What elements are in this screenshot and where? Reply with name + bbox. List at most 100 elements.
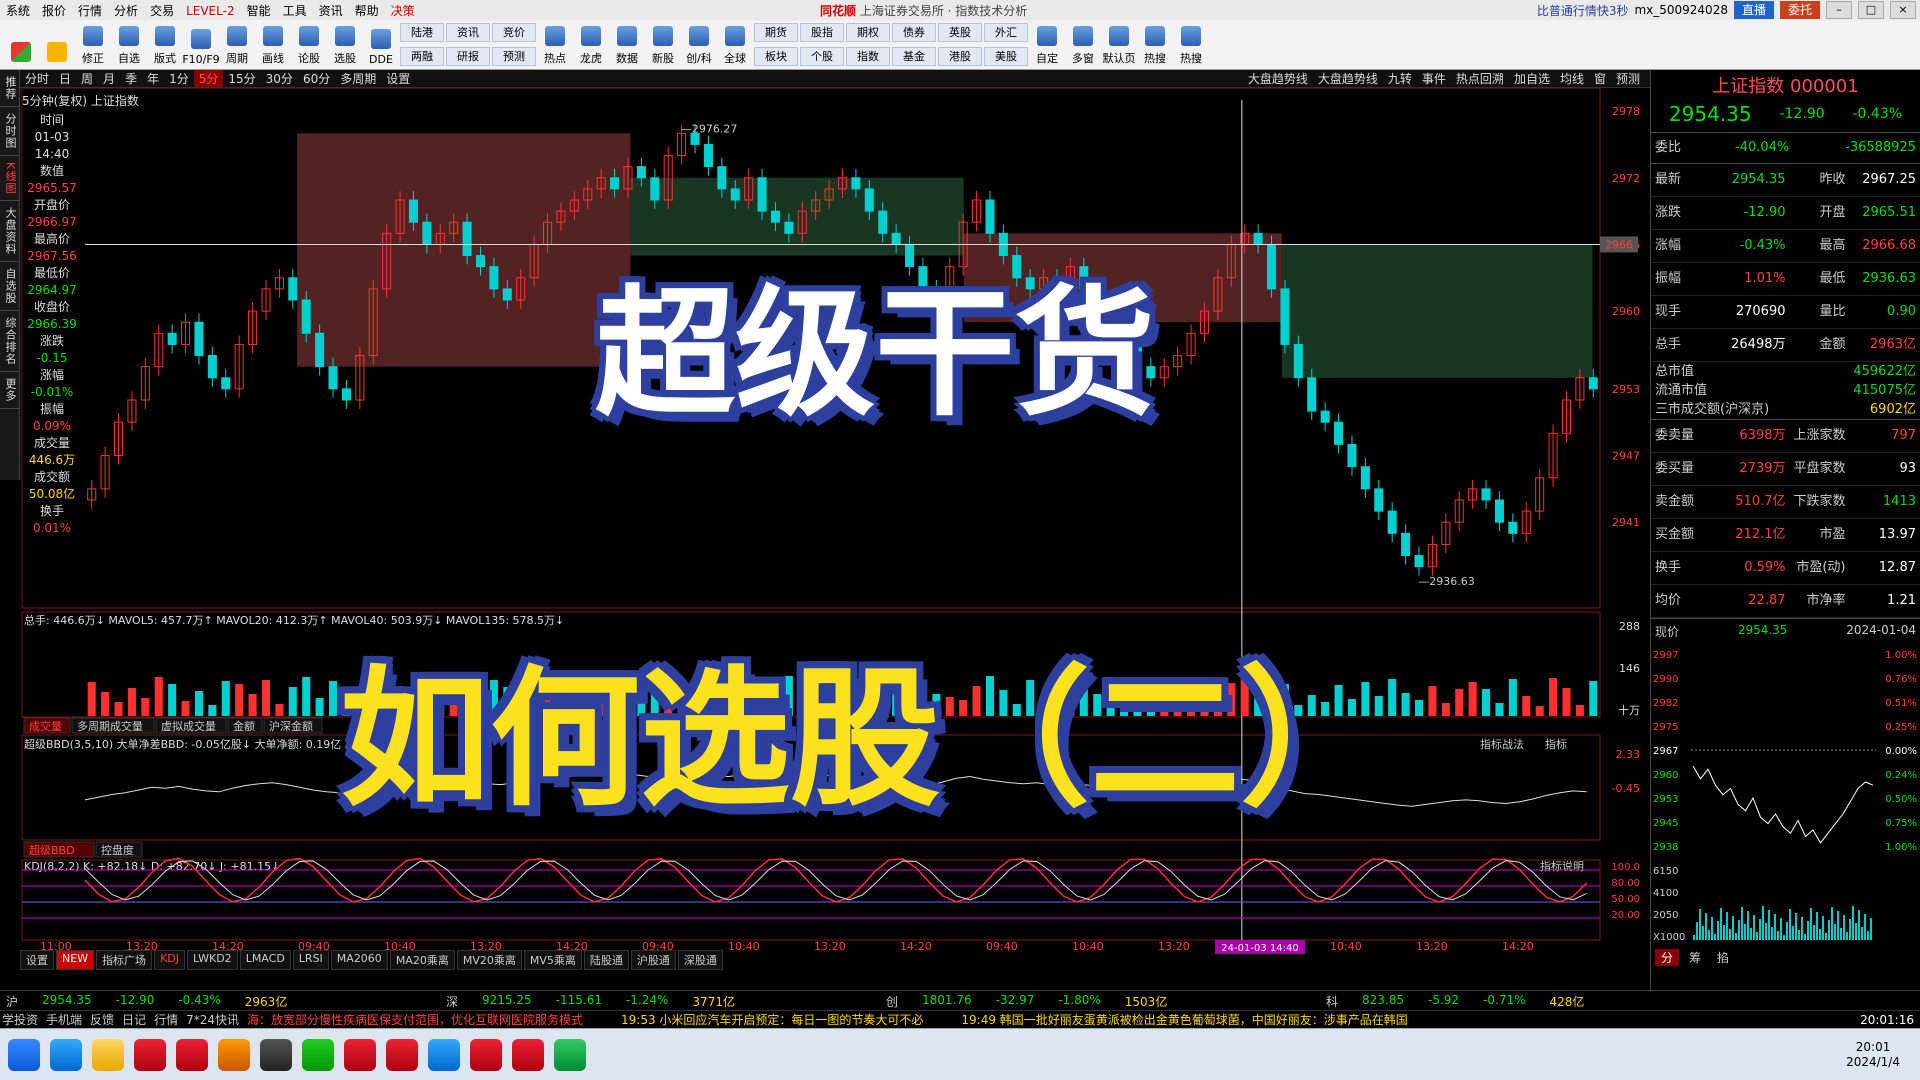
pair2-button-0-0[interactable]: 期货 <box>754 22 798 42</box>
app-green-icon[interactable] <box>554 1038 586 1071</box>
menu-item-5[interactable]: LEVEL-2 <box>180 2 241 20</box>
app-game-icon[interactable] <box>260 1038 292 1071</box>
tool2-button-3[interactable]: 新股 <box>646 20 680 68</box>
right-bottom-tab-1[interactable]: 筹 <box>1683 949 1707 966</box>
app-red-icon[interactable] <box>176 1038 208 1071</box>
period-opt-3[interactable]: 事件 <box>1422 70 1446 87</box>
menu-item-9[interactable]: 帮助 <box>349 0 385 20</box>
ths-icon[interactable] <box>134 1038 166 1071</box>
index-cell-0[interactable]: 沪 2954.35 -12.90 -0.43% 2963亿 <box>0 991 440 1010</box>
right-bottom-tab-0[interactable]: 分 <box>1655 949 1680 966</box>
period-11[interactable]: 多周期 <box>335 70 381 87</box>
tool3-button-4[interactable]: 热搜 <box>1174 20 1208 68</box>
tool3-button-3[interactable]: 热搜 <box>1138 20 1172 68</box>
pair-button-1-0[interactable]: 资讯 <box>446 22 490 42</box>
kline-chart[interactable]: 2978 2972 2966 2960 2953 2947 2941 —2976.27 —293… <box>0 88 1650 988</box>
menu-item-3[interactable]: 分析 <box>108 0 144 20</box>
tool-button-0[interactable]: 修正 <box>76 20 110 68</box>
edge-icon[interactable] <box>50 1038 82 1071</box>
tool-button-6[interactable]: 论股 <box>292 20 326 68</box>
pair2-button-5-0[interactable]: 外汇 <box>984 22 1028 42</box>
pair2-button-1-1[interactable]: 个股 <box>800 46 844 66</box>
pair2-button-3-0[interactable]: 债券 <box>892 22 936 42</box>
menu-item-4[interactable]: 交易 <box>144 0 180 20</box>
period-12[interactable]: 设置 <box>381 70 415 87</box>
tool-button-7[interactable]: 选股 <box>328 20 362 68</box>
back-icon[interactable] <box>40 20 74 68</box>
minimize-button[interactable]: – <box>1826 1 1852 19</box>
app-blue-icon[interactable] <box>428 1038 460 1071</box>
right-bottom-tab-2[interactable]: 掐 <box>1711 949 1735 966</box>
period-opt-0[interactable]: 大盘趋势线 <box>1248 70 1308 87</box>
start-icon[interactable] <box>8 1038 40 1071</box>
status-item-3[interactable]: 日记 <box>122 1011 146 1028</box>
tool3-button-0[interactable]: 自定 <box>1030 20 1064 68</box>
app-tdx-icon[interactable] <box>344 1038 376 1071</box>
period-3[interactable]: 月 <box>98 70 120 87</box>
tool2-button-4[interactable]: 创/科 <box>682 20 716 68</box>
tool3-button-2[interactable]: 默认页 <box>1102 20 1136 68</box>
period-opt-2[interactable]: 九转 <box>1388 70 1412 87</box>
bottom-tab-0[interactable]: 设置 <box>20 950 54 970</box>
status-item-2[interactable]: 反馈 <box>90 1011 114 1028</box>
tool-button-3[interactable]: F10/F9 <box>182 20 220 68</box>
period-9[interactable]: 30分 <box>261 70 298 87</box>
status-item-0[interactable]: 学投资 <box>2 1011 38 1028</box>
pair2-button-1-0[interactable]: 股指 <box>800 22 844 42</box>
bottom-tab-6[interactable]: MA2060 <box>330 950 388 970</box>
period-1[interactable]: 日 <box>54 70 76 87</box>
period-2[interactable]: 周 <box>76 70 98 87</box>
taskbar-clock[interactable]: 20:01 2024/1/4 <box>1846 1040 1900 1070</box>
menu-item-7[interactable]: 工具 <box>277 0 313 20</box>
pair-button-0-1[interactable]: 两融 <box>400 46 444 66</box>
bottom-tab-1[interactable]: 指标广场 <box>96 950 153 970</box>
pair2-button-3-1[interactable]: 基金 <box>892 46 936 66</box>
tool-button-4[interactable]: 周期 <box>220 20 254 68</box>
tool2-button-0[interactable]: 热点 <box>538 20 572 68</box>
bottom-tab-3[interactable]: LWKD2 <box>187 950 238 970</box>
index-cell-1[interactable]: 深 9215.25 -115.61 -1.24% 3771亿 <box>440 991 880 1010</box>
entrust-button[interactable]: 委托 <box>1779 1 1820 19</box>
menu-item-1[interactable]: 报价 <box>36 0 72 20</box>
period-10[interactable]: 60分 <box>298 70 335 87</box>
bottom-tab-5[interactable]: LRSI <box>292 950 329 970</box>
period-7[interactable]: 5分 <box>193 70 224 87</box>
bottom-tab-11[interactable]: 沪股通 <box>630 950 676 970</box>
period-4[interactable]: 季 <box>120 70 142 87</box>
ticker-1[interactable]: 海：放宽部分慢性疾病医保支付范围，优化互联网医院服务模式 <box>247 1011 583 1028</box>
status-item-1[interactable]: 手机端 <box>46 1011 82 1028</box>
menu-item-2[interactable]: 行情 <box>72 0 108 20</box>
menu-item-0[interactable]: 系统 <box>0 0 36 20</box>
menu-item-10[interactable]: 决策 <box>385 0 421 20</box>
period-6[interactable]: 1分 <box>164 70 194 87</box>
app-orange-icon[interactable] <box>218 1038 250 1071</box>
period-opt-8[interactable]: 预测 <box>1616 70 1640 87</box>
period-8[interactable]: 15分 <box>223 70 260 87</box>
bottom-tab-12[interactable]: 深股通 <box>677 950 723 970</box>
period-5[interactable]: 年 <box>142 70 164 87</box>
period-opt-4[interactable]: 热点回溯 <box>1456 70 1504 87</box>
period-opt-6[interactable]: 均线 <box>1560 70 1584 87</box>
status-item-4[interactable]: 行情 <box>154 1011 178 1028</box>
pair2-button-5-1[interactable]: 美股 <box>984 46 1028 66</box>
account-name[interactable]: mx_500924028 <box>1634 3 1728 17</box>
index-cell-3[interactable]: 科 823.85 -5.92 -0.71% 428亿 <box>1320 991 1760 1010</box>
pair-button-0-0[interactable]: 陆港 <box>400 22 444 42</box>
maximize-button[interactable]: □ <box>1858 1 1884 19</box>
tool-button-8[interactable]: DDE <box>364 20 398 68</box>
ticker-2[interactable]: 19:53 小米回应汽车开启预定：每日一图的节奏大可不必 <box>621 1011 923 1028</box>
tool-button-2[interactable]: 版式 <box>148 20 182 68</box>
pair2-button-4-1[interactable]: 港股 <box>938 46 982 66</box>
pair2-button-2-1[interactable]: 指数 <box>846 46 890 66</box>
tool2-button-1[interactable]: 龙虎 <box>574 20 608 68</box>
kaipan-icon[interactable] <box>470 1038 502 1071</box>
bottom-tab-10[interactable]: 陆股通 <box>583 950 629 970</box>
tool2-button-5[interactable]: 全球 <box>718 20 752 68</box>
index-cell-2[interactable]: 创 1801.76 -32.97 -1.80% 1503亿 <box>880 991 1320 1010</box>
bottom-tab-8[interactable]: MV20乘离 <box>456 950 522 970</box>
bottom-tab-2[interactable]: KDJ <box>154 950 185 970</box>
wps-icon[interactable] <box>386 1038 418 1071</box>
live-button[interactable]: 直播 <box>1733 1 1774 19</box>
folder-icon[interactable] <box>92 1038 124 1071</box>
period-opt-1[interactable]: 大盘趋势线 <box>1318 70 1378 87</box>
